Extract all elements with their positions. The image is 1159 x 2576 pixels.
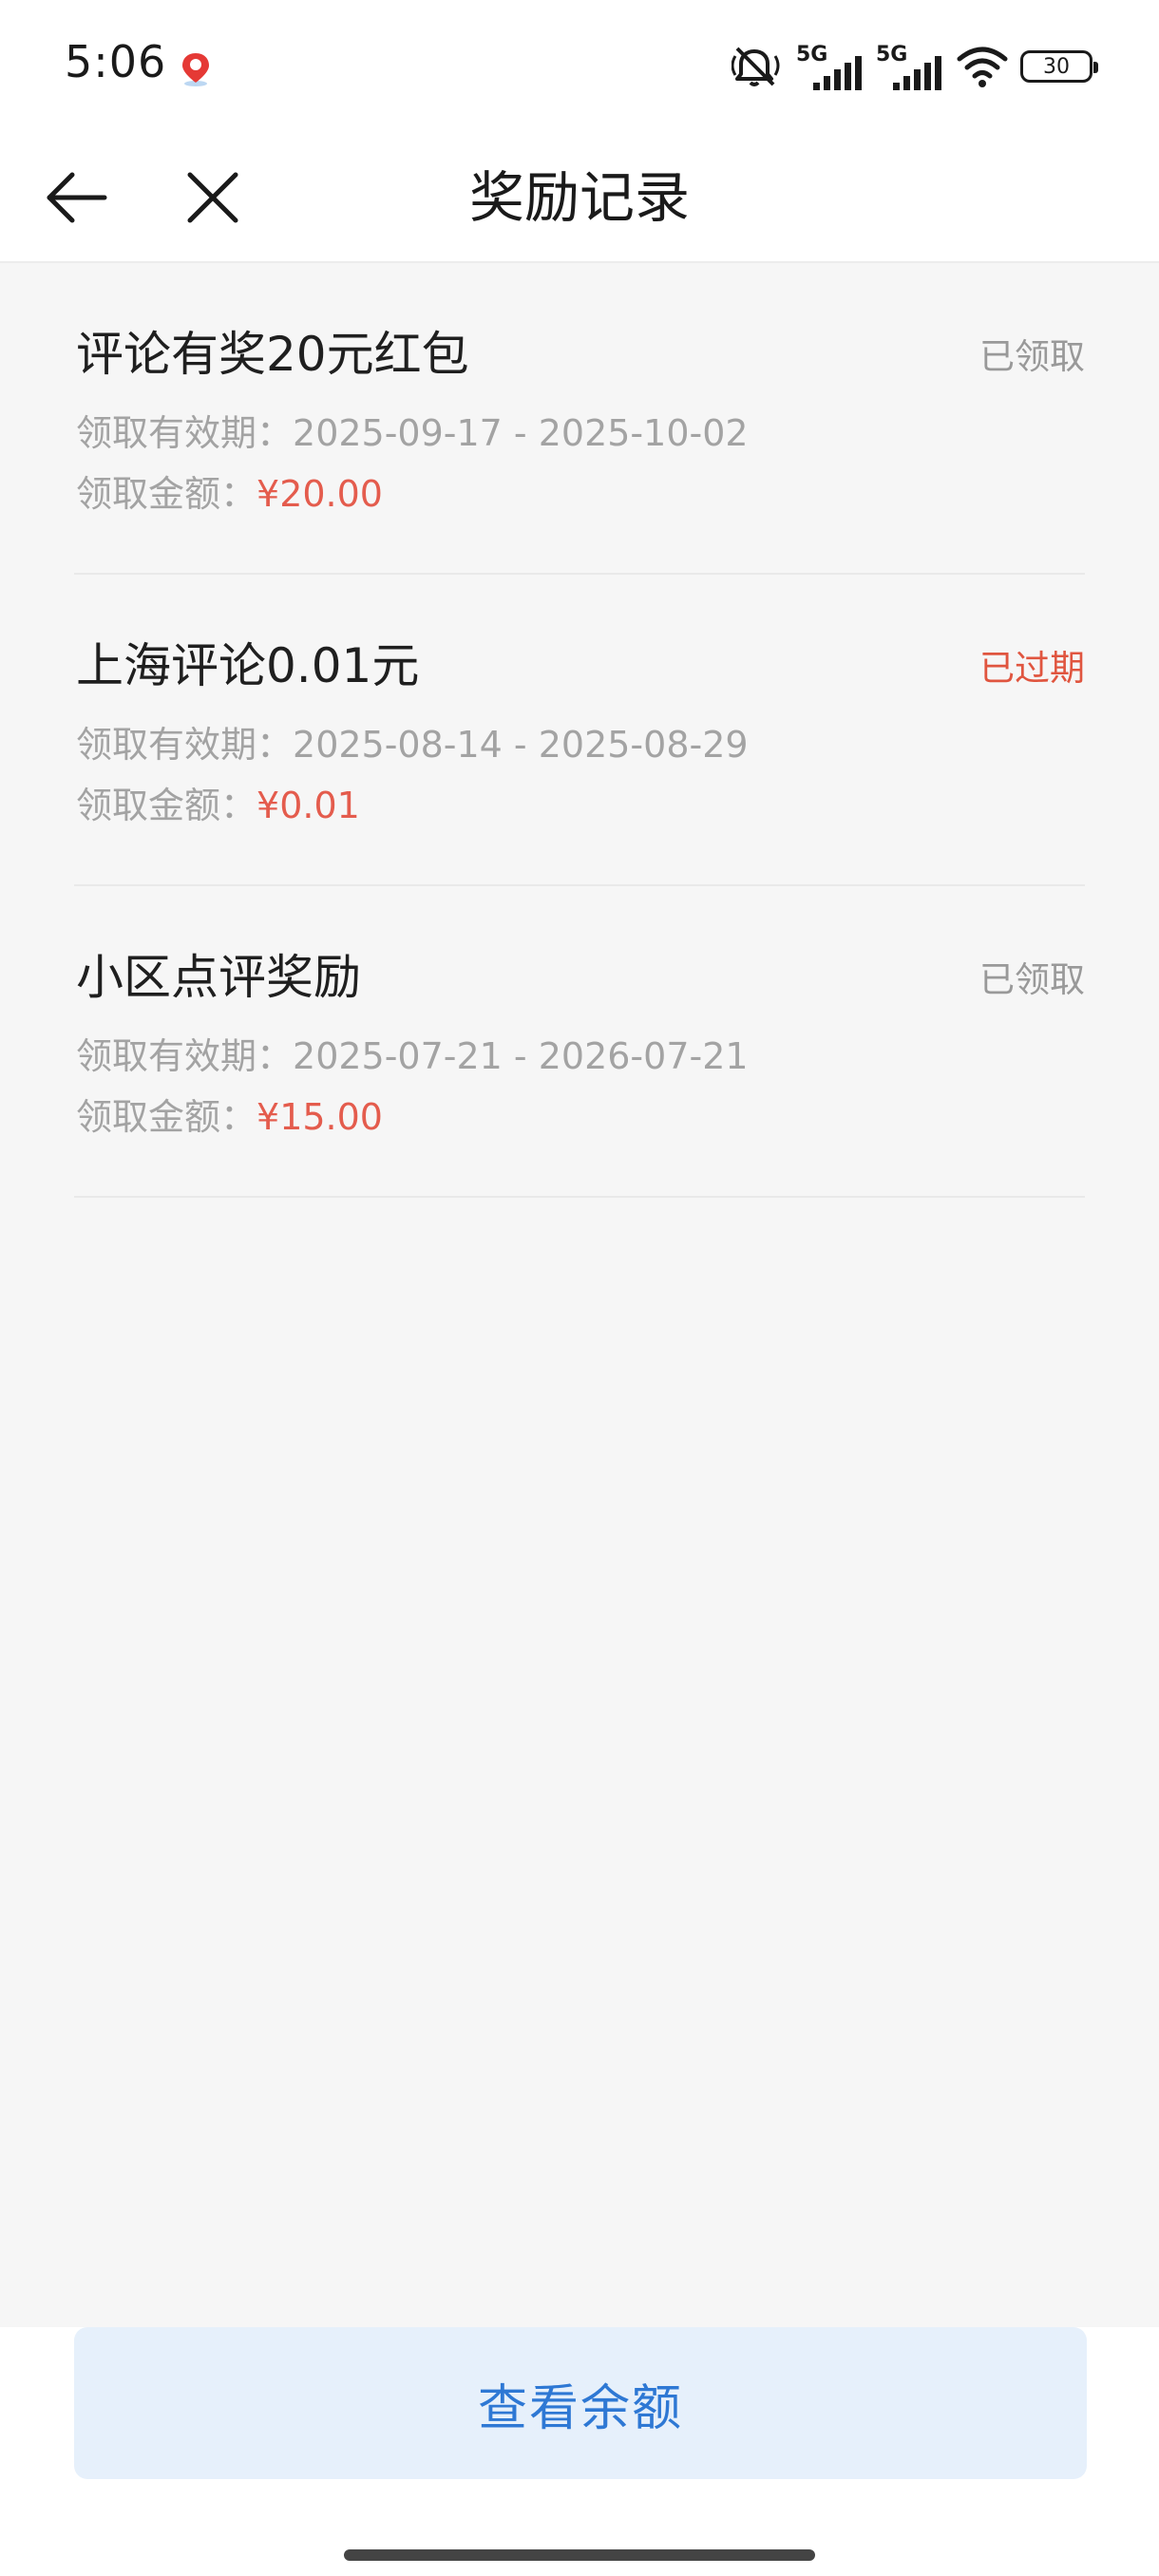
validity-dates: 2025-07-21 - 2026-07-21 (293, 1035, 749, 1077)
battery-icon: 30 (1020, 50, 1098, 83)
status-time: 5:06 (65, 36, 167, 87)
battery-level: 30 (1043, 54, 1070, 79)
amount-label: 领取金额： (76, 473, 257, 515)
amount-value: ¥20.00 (256, 473, 383, 515)
reward-record-list: 评论有奖20元红包 已领取 领取有效期：2025-09-17 - 2025-10… (0, 263, 1159, 2327)
status-icons: 5G 5G 30 (732, 40, 1098, 93)
validity-dates: 2025-09-17 - 2025-10-02 (293, 412, 749, 454)
bottom-bar: 查看余额 (0, 2327, 1159, 2576)
record-amount: 领取金额：¥0.01 (76, 776, 360, 828)
amount-value: ¥0.01 (256, 785, 360, 826)
validity-dates: 2025-08-14 - 2025-08-29 (293, 724, 749, 766)
amount-value: ¥15.00 (256, 1096, 383, 1138)
record-status: 已领取 (979, 336, 1085, 377)
record-amount: 领取金额：¥15.00 (76, 1088, 383, 1140)
view-balance-button[interactable]: 查看余额 (74, 2327, 1087, 2479)
validity-label: 领取有效期： (76, 724, 294, 766)
record-amount: 领取金额：¥20.00 (76, 464, 383, 517)
record-title: 上海评论0.01元 (76, 638, 420, 693)
amount-label: 领取金额： (76, 1096, 257, 1138)
record-title: 小区点评奖励 (76, 950, 361, 1005)
record-status: 已过期 (979, 648, 1085, 689)
page-title: 奖励记录 (468, 165, 690, 230)
mute-icon (732, 47, 780, 86)
validity-label: 领取有效期： (76, 412, 294, 454)
reward-record-item[interactable]: 评论有奖20元红包 已领取 领取有效期：2025-09-17 - 2025-10… (74, 263, 1085, 575)
home-indicator[interactable] (344, 2549, 815, 2561)
record-title: 评论有奖20元红包 (76, 327, 469, 382)
signal-icon: 5G (876, 43, 944, 90)
validity-label: 领取有效期： (76, 1035, 294, 1077)
nav-bar: 奖励记录 (0, 133, 1159, 263)
record-validity: 领取有效期：2025-08-14 - 2025-08-29 (76, 715, 749, 767)
record-status: 已领取 (979, 959, 1085, 1000)
status-bar: 5:06 5G 5G 30 (0, 0, 1159, 133)
wifi-icon (957, 47, 1008, 87)
record-validity: 领取有效期：2025-09-17 - 2025-10-02 (76, 404, 749, 456)
reward-record-item[interactable]: 小区点评奖励 已领取 领取有效期：2025-07-21 - 2026-07-21… (74, 886, 1085, 1198)
record-validity: 领取有效期：2025-07-21 - 2026-07-21 (76, 1027, 749, 1079)
signal-icon: 5G (796, 43, 864, 90)
reward-record-item[interactable]: 上海评论0.01元 已过期 领取有效期：2025-08-14 - 2025-08… (74, 575, 1085, 886)
amount-label: 领取金额： (76, 785, 257, 826)
map-pin-icon (182, 53, 209, 86)
